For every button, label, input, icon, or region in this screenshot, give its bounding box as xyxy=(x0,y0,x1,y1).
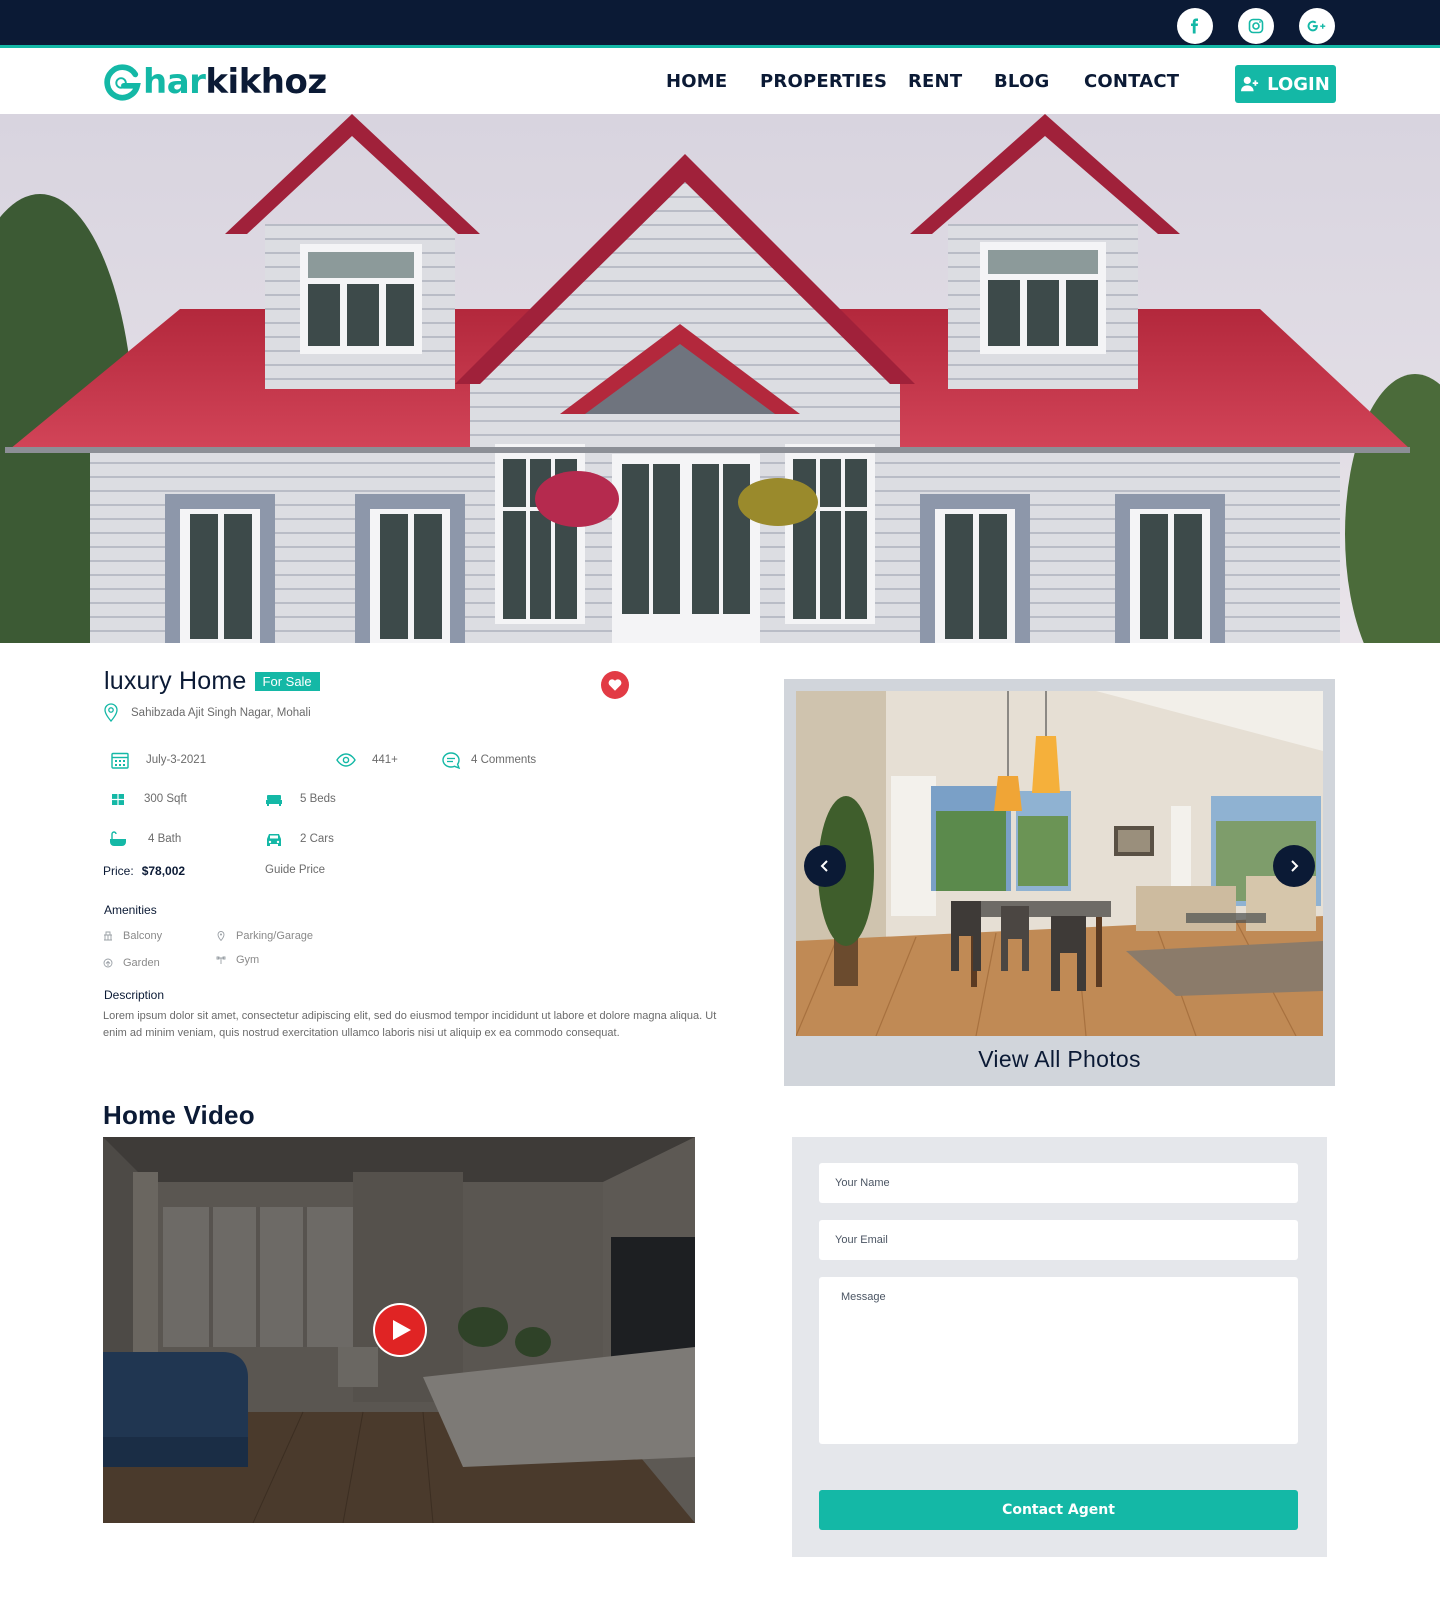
contact-agent-button[interactable]: Contact Agent xyxy=(819,1490,1298,1530)
area-text: 300 Sqft xyxy=(144,793,187,805)
property-title-row: luxury Home For Sale xyxy=(104,667,320,696)
facebook-icon[interactable] xyxy=(1177,8,1213,44)
logo-text-dark: kikhoz xyxy=(205,62,327,102)
contact-agent-form: Contact Agent xyxy=(792,1137,1327,1557)
gallery-prev-button[interactable] xyxy=(804,845,846,887)
property-title: luxury Home xyxy=(104,667,247,695)
photo-gallery: View All Photos xyxy=(784,679,1335,1086)
instagram-icon[interactable] xyxy=(1238,8,1274,44)
garden-icon xyxy=(103,958,113,968)
message-field[interactable] xyxy=(819,1277,1298,1444)
play-button[interactable] xyxy=(375,1305,425,1355)
amenity-label: Parking/Garage xyxy=(236,930,314,942)
favorite-button[interactable] xyxy=(601,671,629,699)
eye-icon xyxy=(336,753,356,767)
play-icon xyxy=(392,1320,411,1340)
video-section-title: Home Video xyxy=(103,1100,255,1130)
main-navbar: har kikhoz HOME PROPERTIES RENT BLOG CONT… xyxy=(0,51,1440,114)
amenity-label: Garden xyxy=(123,957,160,969)
meta-area: 300 Sqft xyxy=(108,790,187,808)
nav-contact[interactable]: CONTACT xyxy=(1084,71,1179,92)
amenity-parking: Parking/Garage xyxy=(216,930,313,942)
logo-text-teal: har xyxy=(143,62,206,102)
brand-logo[interactable]: har kikhoz xyxy=(103,59,327,105)
price-value: $78,002 xyxy=(141,864,186,878)
comment-icon xyxy=(442,752,461,769)
name-field[interactable] xyxy=(819,1163,1298,1203)
amenity-gym: Gym xyxy=(216,954,259,966)
email-field[interactable] xyxy=(819,1220,1298,1260)
bathtub-icon xyxy=(110,831,126,846)
nav-properties[interactable]: PROPERTIES xyxy=(760,71,887,92)
heart-icon xyxy=(608,679,622,691)
guide-price-note: Guide Price xyxy=(265,864,326,876)
amenity-garden: Garden xyxy=(103,957,160,969)
amenity-balcony: Balcony xyxy=(103,930,162,942)
home-video-player[interactable] xyxy=(103,1137,695,1523)
balcony-icon xyxy=(104,931,112,941)
status-badge: For Sale xyxy=(254,672,320,691)
comments-text: 4 Comments xyxy=(471,754,537,766)
bed-icon xyxy=(266,795,282,806)
date-text: July-3-2021 xyxy=(146,754,207,766)
nav-rent[interactable]: RENT xyxy=(908,71,962,92)
meta-comments: 4 Comments xyxy=(441,751,536,769)
address-text: Sahibzada Ajit Singh Nagar, Mohali xyxy=(131,707,311,719)
gallery-next-button[interactable] xyxy=(1273,845,1315,887)
pin-icon xyxy=(217,931,225,941)
location-pin-icon xyxy=(104,703,118,722)
nav-home[interactable]: HOME xyxy=(666,71,727,92)
hero-house-image xyxy=(0,114,1440,643)
price: Price: $78,002 xyxy=(103,864,185,878)
amenities-heading: Amenities xyxy=(104,903,157,917)
calendar-icon xyxy=(111,752,129,769)
add-user-icon xyxy=(1241,76,1259,92)
amenity-label: Balcony xyxy=(123,930,163,942)
meta-beds: 5 Beds xyxy=(264,790,336,808)
login-button[interactable]: LOGIN xyxy=(1235,65,1336,103)
views-text: 441+ xyxy=(372,754,398,766)
property-address: Sahibzada Ajit Singh Nagar, Mohali xyxy=(103,703,311,723)
beds-text: 5 Beds xyxy=(300,793,336,805)
dumbbell-icon xyxy=(216,956,226,964)
baths-text: 4 Bath xyxy=(148,833,182,845)
chevron-left-icon xyxy=(820,860,828,872)
top-bar xyxy=(0,0,1440,48)
amenity-label: Gym xyxy=(236,954,260,966)
login-label: LOGIN xyxy=(1267,73,1330,95)
nav-blog[interactable]: BLOG xyxy=(994,71,1049,92)
description-text: Lorem ipsum dolor sit amet, consectetur … xyxy=(103,1010,717,1039)
meta-baths: 4 Bath xyxy=(108,830,181,848)
chevron-right-icon xyxy=(1291,860,1299,872)
logo-g-icon xyxy=(104,64,141,101)
car-icon xyxy=(267,834,281,846)
description-heading: Description xyxy=(104,988,165,1002)
meta-views: 441+ xyxy=(336,751,398,769)
area-icon xyxy=(112,794,124,805)
gallery-photo[interactable] xyxy=(796,691,1323,1036)
cars-text: 2 Cars xyxy=(300,833,334,845)
meta-date: July-3-2021 xyxy=(110,751,206,769)
price-label: Price: xyxy=(103,864,134,878)
google-plus-icon[interactable] xyxy=(1299,8,1335,44)
view-all-photos-link[interactable]: View All Photos xyxy=(784,1046,1335,1073)
meta-cars: 2 Cars xyxy=(264,830,334,848)
